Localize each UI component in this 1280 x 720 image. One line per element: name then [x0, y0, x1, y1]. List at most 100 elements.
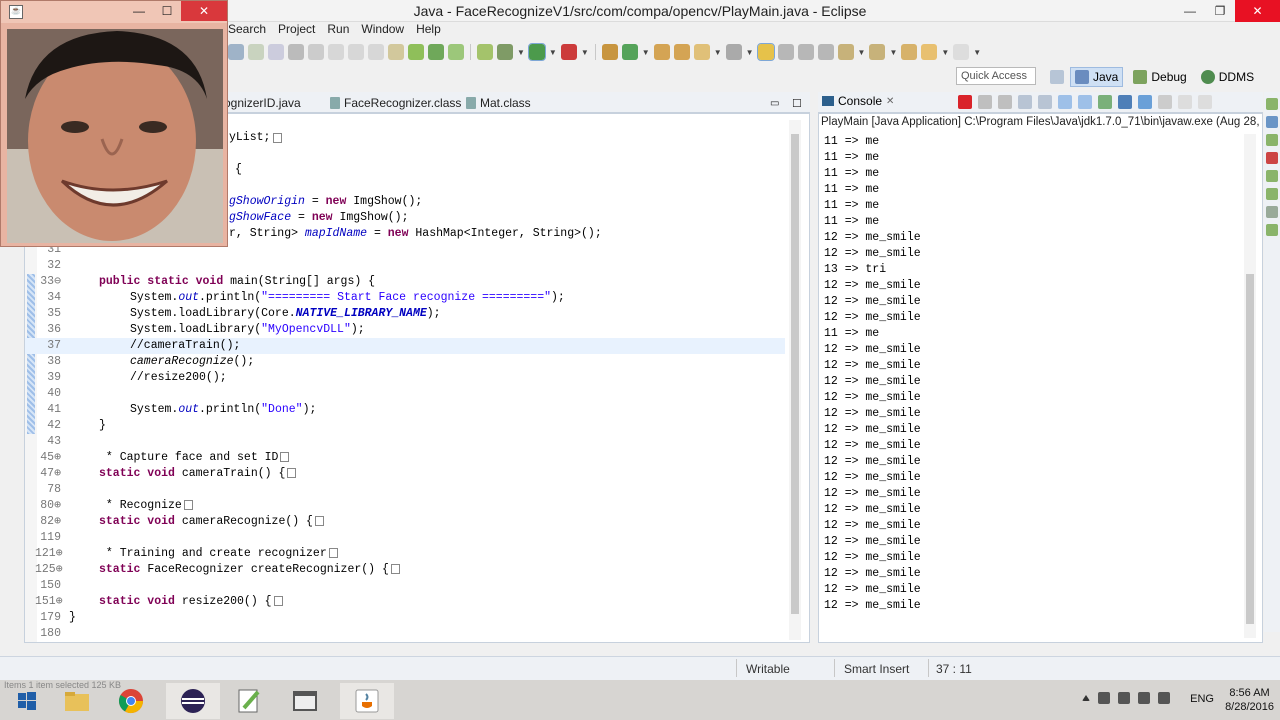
disconnect-icon[interactable] [308, 44, 324, 60]
search-tool-icon[interactable] [228, 44, 244, 60]
flag-icon[interactable] [1158, 692, 1170, 704]
remove-launch-icon[interactable] [978, 95, 992, 109]
android-sdk-icon[interactable] [408, 44, 424, 60]
open-type-icon[interactable] [653, 44, 670, 60]
fold-box[interactable] [314, 515, 324, 526]
view-icon[interactable] [1266, 170, 1278, 182]
open-task-icon[interactable] [673, 44, 690, 60]
menu-help[interactable]: Help [416, 22, 441, 40]
fold-box[interactable] [287, 467, 297, 478]
console-view[interactable]: PlayMain [Java Application] C:\Program F… [818, 113, 1263, 643]
search-references-icon[interactable] [693, 44, 710, 60]
view-icon[interactable] [1266, 134, 1278, 146]
minimize-button[interactable]: — [1175, 0, 1205, 22]
lint-icon[interactable] [448, 44, 464, 60]
webcam-close-button[interactable]: ✕ [181, 1, 227, 21]
console-scrollbar[interactable] [1244, 134, 1256, 638]
taskbar-chrome[interactable] [104, 683, 158, 719]
scroll-lock-icon[interactable] [1038, 95, 1052, 109]
paragraph-icon[interactable] [817, 44, 834, 60]
webcam-title-bar[interactable]: ☕ — ☐ ✕ [1, 1, 227, 23]
external-tools-icon[interactable] [601, 44, 618, 60]
fold-box[interactable] [273, 133, 282, 143]
close-icon[interactable]: ✕ [886, 96, 894, 107]
coverage-icon[interactable] [560, 44, 577, 60]
show-whitespace-icon[interactable] [797, 44, 814, 60]
system-clock[interactable]: 8:56 AM 8/28/2016 [1225, 686, 1274, 714]
webcam-minimize-button[interactable]: — [125, 1, 153, 21]
clear-console-icon[interactable] [1018, 95, 1032, 109]
next-annotation-icon[interactable] [837, 44, 854, 60]
run-icon[interactable] [527, 43, 546, 61]
taskbar-file-explorer[interactable] [50, 683, 104, 719]
chevron-down-icon[interactable]: ▼ [746, 48, 754, 57]
menu-search[interactable]: Search [228, 22, 266, 40]
chevron-up-icon[interactable] [1082, 695, 1090, 701]
maximize-icon[interactable] [1198, 95, 1212, 109]
chevron-down-icon[interactable]: ▼ [889, 48, 897, 57]
volume-icon[interactable] [1138, 692, 1150, 704]
terminate-icon[interactable] [958, 95, 972, 109]
tab-console[interactable]: Console ✕ [822, 94, 894, 108]
display-console-icon[interactable] [1118, 95, 1132, 109]
chevron-down-icon[interactable]: ▼ [581, 48, 589, 57]
language-indicator[interactable]: ENG [1190, 693, 1214, 705]
view-icon[interactable] [1266, 224, 1278, 236]
taskbar-java-app[interactable] [340, 683, 394, 719]
webcam-maximize-button[interactable]: ☐ [153, 1, 181, 21]
chevron-down-icon[interactable]: ▼ [642, 48, 650, 57]
annotation-icon[interactable] [725, 44, 742, 60]
prev-annotation-icon[interactable] [869, 44, 886, 60]
suspend-icon[interactable] [268, 44, 284, 60]
fold-box[interactable] [390, 563, 400, 574]
menu-window[interactable]: Window [361, 22, 404, 40]
quick-access-input[interactable]: Quick Access [956, 67, 1036, 85]
scrollbar-thumb[interactable] [791, 134, 799, 614]
drop-to-frame-icon[interactable] [388, 44, 404, 60]
fold-box[interactable] [273, 595, 283, 606]
tab-facerecognizer-class[interactable]: FaceRecognizer.class [330, 94, 461, 112]
tab-mat-class[interactable]: Mat.class [466, 94, 531, 112]
tab-recognizerid-java[interactable]: ognizerID.java [224, 94, 301, 112]
resume-icon[interactable] [248, 44, 264, 60]
avd-manager-icon[interactable] [428, 44, 444, 60]
view-icon[interactable] [1266, 98, 1278, 110]
chevron-down-icon[interactable]: ▼ [714, 48, 722, 57]
step-into-icon[interactable] [328, 44, 344, 60]
start-button[interactable] [0, 683, 54, 719]
view-icon[interactable] [1266, 152, 1278, 164]
minimize-icon[interactable] [1178, 95, 1192, 109]
chevron-down-icon[interactable]: ▼ [941, 48, 949, 57]
taskbar-eclipse[interactable] [166, 683, 220, 719]
menu-project[interactable]: Project [278, 22, 315, 40]
chevron-down-icon[interactable]: ▼ [517, 48, 525, 57]
remove-all-icon[interactable] [998, 95, 1012, 109]
chevron-down-icon[interactable]: ▼ [973, 48, 981, 57]
view-icon[interactable] [1266, 116, 1278, 128]
step-return-icon[interactable] [368, 44, 384, 60]
perspective-ddms[interactable]: DDMS [1197, 68, 1258, 86]
perspective-debug[interactable]: Debug [1129, 68, 1190, 86]
show-on-error-icon[interactable] [1078, 95, 1092, 109]
view-menu-icon[interactable] [1158, 95, 1172, 109]
chevron-down-icon[interactable]: ▼ [549, 48, 557, 57]
webcam-window[interactable]: ☕ — ☐ ✕ [0, 0, 228, 247]
forward-arrow-icon[interactable] [953, 44, 970, 60]
last-edit-icon[interactable] [901, 44, 918, 60]
step-over-icon[interactable] [348, 44, 364, 60]
new-android-project-icon[interactable] [477, 44, 493, 60]
pin-console-icon[interactable] [1098, 95, 1112, 109]
close-button[interactable]: ✕ [1235, 0, 1280, 22]
back-arrow-icon[interactable] [921, 44, 938, 60]
open-console-icon[interactable] [1138, 95, 1152, 109]
view-icon[interactable] [1266, 188, 1278, 200]
chevron-down-icon[interactable]: ▼ [858, 48, 866, 57]
menu-run[interactable]: Run [327, 22, 349, 40]
taskbar-notepad[interactable] [222, 683, 276, 719]
fold-box[interactable] [328, 547, 338, 558]
taskbar-window[interactable] [278, 683, 332, 719]
mark-occurrences-icon[interactable] [756, 43, 775, 61]
editor-maximize-button[interactable]: ☐ [792, 94, 802, 112]
new-java-class-icon[interactable] [621, 44, 638, 60]
view-icon[interactable] [1266, 206, 1278, 218]
